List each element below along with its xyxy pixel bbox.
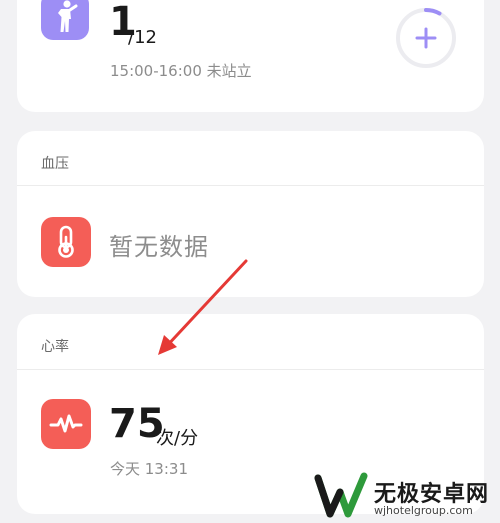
watermark: 无极安卓网 wjhotelgroup.com (312, 472, 500, 523)
divider (17, 185, 484, 186)
plus-icon (415, 27, 437, 49)
stand-status: 15:00-16:00 未站立 (110, 62, 252, 80)
blood-pressure-title: 血压 (41, 156, 69, 172)
watermark-logo-icon (314, 472, 368, 518)
thermometer-icon (41, 217, 91, 267)
heart-rate-time: 今天 13:31 (110, 460, 188, 478)
heart-rate-unit: 次/分 (156, 428, 199, 449)
health-dashboard: 1 /12 15:00-16:00 未站立 血压 暂无数据 心率 75 次/分 … (0, 0, 500, 523)
no-data-text: 暂无数据 (109, 233, 209, 261)
heartbeat-icon (41, 399, 91, 449)
divider (17, 369, 484, 370)
watermark-url: wjhotelgroup.com (374, 504, 473, 517)
standing-person-icon (41, 0, 89, 40)
add-stand-button[interactable] (395, 7, 457, 69)
stand-card[interactable]: 1 /12 15:00-16:00 未站立 (17, 0, 484, 112)
stand-goal: /12 (128, 27, 157, 48)
blood-pressure-card[interactable]: 血压 暂无数据 (17, 131, 484, 297)
heart-rate-title: 心率 (41, 339, 69, 355)
